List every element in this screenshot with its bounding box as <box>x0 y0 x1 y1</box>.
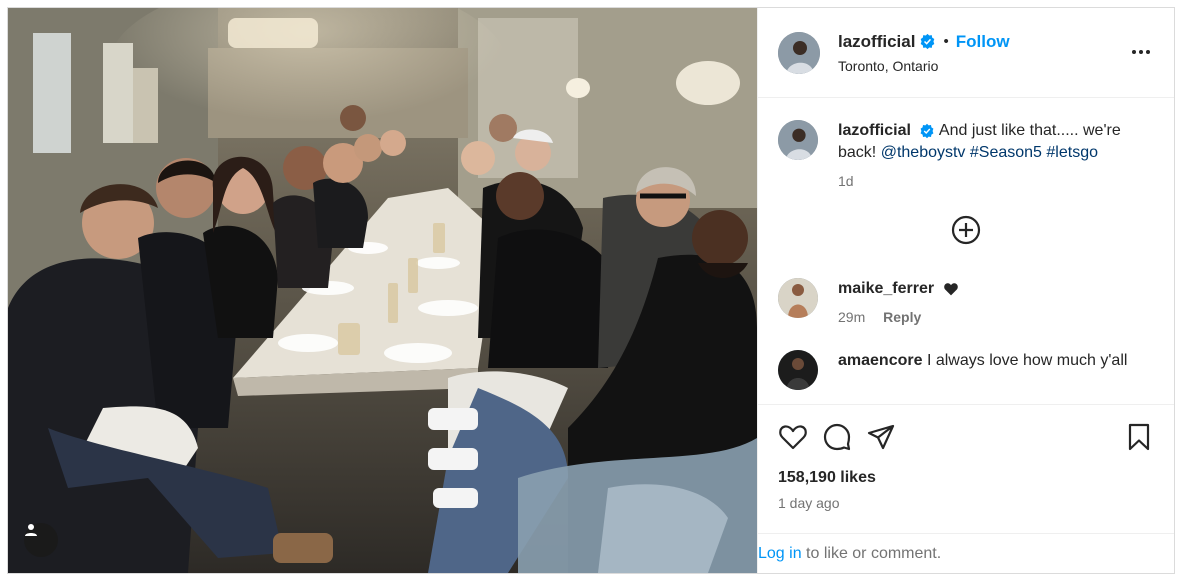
login-prompt-text: to like or comment. <box>801 544 942 562</box>
caption: lazofficial And just like that..... we'r… <box>758 98 1174 192</box>
user-tag-icon <box>25 524 37 536</box>
add-icon <box>951 215 981 245</box>
comment-item: amaencore I always love how much y'all <box>758 350 1174 390</box>
comment-age[interactable]: 29m <box>838 309 865 325</box>
group-dinner-photo <box>8 8 757 573</box>
reply-button[interactable]: Reply <box>883 309 921 325</box>
comment-icon[interactable] <box>822 422 852 452</box>
post-location[interactable]: Toronto, Ontario <box>838 58 1010 74</box>
post-photo[interactable] <box>8 8 757 573</box>
comment-username[interactable]: maike_ferrer <box>838 280 934 297</box>
comment-text: I always love how much y'all <box>926 352 1128 369</box>
author-avatar-image <box>778 31 820 74</box>
comment-avatar[interactable] <box>778 278 818 318</box>
post-age[interactable]: 1 day ago <box>758 487 1174 511</box>
caption-avatar-image <box>778 120 818 160</box>
verified-icon <box>920 123 934 138</box>
more-options-button[interactable] <box>1132 50 1150 54</box>
more-icon <box>1132 50 1136 54</box>
comment-item: maike_ferrer 29m Reply <box>758 278 1174 328</box>
login-prompt: Log in to like or comment. <box>758 533 1174 573</box>
post-header: lazofficial • Follow Toronto, Ontario <box>758 8 1174 98</box>
author-username[interactable]: lazofficial <box>838 32 915 52</box>
load-more-comments[interactable] <box>758 194 1174 266</box>
post-side-panel: lazofficial • Follow Toronto, Ontario la… <box>757 8 1174 573</box>
header-separator: • <box>943 33 949 50</box>
caption-hashtag[interactable]: #letsgo <box>1046 144 1098 161</box>
login-link[interactable]: Log in <box>758 545 802 563</box>
share-icon[interactable] <box>866 422 896 452</box>
post-card: lazofficial • Follow Toronto, Ontario la… <box>7 7 1175 574</box>
comment-avatar[interactable] <box>778 350 818 390</box>
author-avatar[interactable] <box>778 31 820 74</box>
comments-section[interactable]: lazofficial And just like that..... we'r… <box>758 98 1174 404</box>
user-tag-button[interactable] <box>24 523 58 557</box>
follow-button[interactable]: Follow <box>956 32 1010 52</box>
comment-avatar-image <box>778 278 818 318</box>
caption-age[interactable]: 1d <box>838 170 1158 192</box>
action-icons <box>758 405 1174 455</box>
verified-icon <box>921 33 935 50</box>
caption-hashtag[interactable]: #Season5 <box>970 144 1042 161</box>
comment-avatar-image <box>778 350 818 390</box>
bookmark-icon[interactable] <box>1124 422 1154 452</box>
heart-icon[interactable] <box>778 422 808 452</box>
heart-small-icon <box>943 282 958 296</box>
caption-username[interactable]: lazofficial <box>838 122 911 139</box>
comment-username[interactable]: amaencore <box>838 352 923 369</box>
likes-count[interactable]: 158,190 likes <box>758 455 1174 487</box>
caption-mention[interactable]: @theboystv <box>881 144 966 161</box>
caption-avatar[interactable] <box>778 120 818 160</box>
